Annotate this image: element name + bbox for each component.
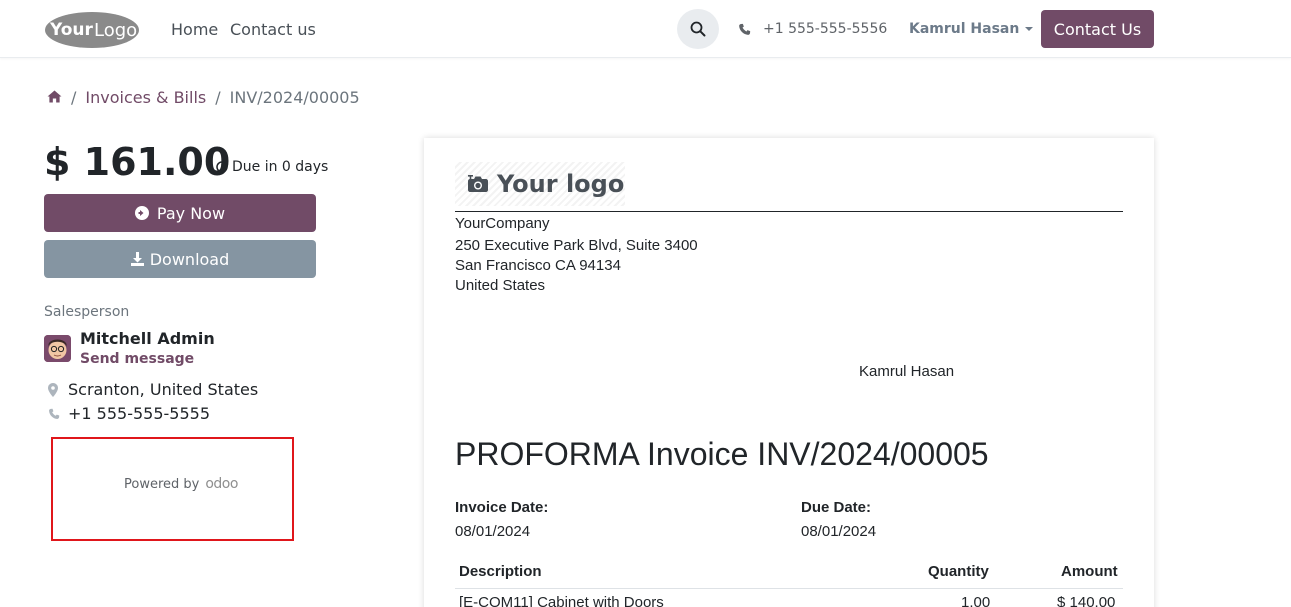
due-date-value: 08/01/2024 <box>801 523 877 540</box>
nav-contact-link[interactable]: Contact us <box>230 20 316 39</box>
amount-due: $ 161.00 <box>44 140 231 184</box>
powered-by-label: Powered by <box>124 476 200 492</box>
top-navbar: Your Logo Home Contact us +1 555-555-555… <box>0 0 1291 58</box>
download-label: Download <box>149 249 230 269</box>
invoice-logo-placeholder[interactable]: Your logo <box>455 162 625 206</box>
salesperson-location: Scranton, United States <box>48 380 258 399</box>
pay-now-label: Pay Now <box>156 203 226 223</box>
camera-plus-icon <box>468 175 488 192</box>
search-icon <box>690 21 706 37</box>
user-menu-toggle[interactable]: Kamrul Hasan <box>909 21 1034 37</box>
invoice-title: PROFORMA Invoice INV/2024/00005 <box>455 436 989 472</box>
avatar <box>44 335 71 362</box>
table-header-divider <box>455 588 1123 589</box>
logo-text-bold: Your <box>49 20 94 40</box>
pay-now-button[interactable]: Pay Now <box>44 194 316 232</box>
column-header-amount: Amount <box>1061 563 1118 580</box>
company-address-line: San Francisco CA 94134 <box>455 257 621 274</box>
user-name: Kamrul Hasan <box>909 21 1020 37</box>
download-button[interactable]: Download <box>44 240 316 278</box>
phone-icon <box>49 408 60 419</box>
phone-icon <box>738 23 751 36</box>
map-marker-icon <box>48 382 58 397</box>
customer-name: Kamrul Hasan <box>859 363 955 380</box>
due-text: Due in 0 days <box>232 159 329 175</box>
powered-by[interactable]: Powered by odoo <box>124 476 238 492</box>
search-button[interactable] <box>677 9 719 49</box>
breadcrumb-separator: / <box>215 88 221 107</box>
header-phone[interactable]: +1 555-555-5556 <box>738 21 887 37</box>
salesperson-name: Mitchell Admin <box>80 329 215 348</box>
clock-icon <box>216 161 228 173</box>
company-address-line: 250 Executive Park Blvd, Suite 3400 <box>455 237 698 254</box>
invoice-date-value: 08/01/2024 <box>455 523 531 540</box>
odoo-logo: odoo <box>205 476 238 492</box>
line-quantity: 1.00 <box>961 594 991 607</box>
arrow-circle-right-icon <box>134 206 149 220</box>
company-address-line: United States <box>455 277 546 294</box>
header-divider <box>455 211 1123 212</box>
breadcrumb-invoices-link[interactable]: Invoices & Bills <box>85 88 206 107</box>
line-amount: $ 140.00 <box>1057 594 1116 607</box>
site-logo[interactable]: Your Logo <box>44 11 140 49</box>
home-icon[interactable] <box>47 88 62 107</box>
logo-text-light: Logo <box>94 20 137 41</box>
download-icon <box>130 252 144 266</box>
breadcrumb-separator: / <box>71 88 77 107</box>
column-header-description: Description <box>459 563 542 580</box>
line-description: [E-COM11] Cabinet with Doors <box>459 594 664 607</box>
column-header-quantity: Quantity <box>928 563 989 580</box>
due-status: Due in 0 days <box>216 159 328 175</box>
contact-us-button[interactable]: Contact Us <box>1041 10 1154 48</box>
company-name: YourCompany <box>455 215 550 232</box>
chevron-down-icon <box>1025 27 1034 31</box>
header-phone-number: +1 555-555-5556 <box>763 21 888 37</box>
send-message-link[interactable]: Send message <box>80 351 194 367</box>
location-text: Scranton, United States <box>68 380 259 399</box>
invoice-preview <box>424 138 1154 607</box>
due-date-label: Due Date: <box>801 499 872 516</box>
salesperson-phone: +1 555-555-5555 <box>48 404 210 423</box>
breadcrumb-current: INV/2024/00005 <box>229 88 360 107</box>
salesperson-label: Salesperson <box>44 304 130 320</box>
nav-home-link[interactable]: Home <box>171 20 218 39</box>
invoice-date-label: Invoice Date: <box>455 499 549 516</box>
breadcrumb: / Invoices & Bills / INV/2024/00005 <box>47 88 360 107</box>
invoice-logo-text: Your logo <box>497 170 625 198</box>
salesperson-phone-number: +1 555-555-5555 <box>68 404 211 423</box>
